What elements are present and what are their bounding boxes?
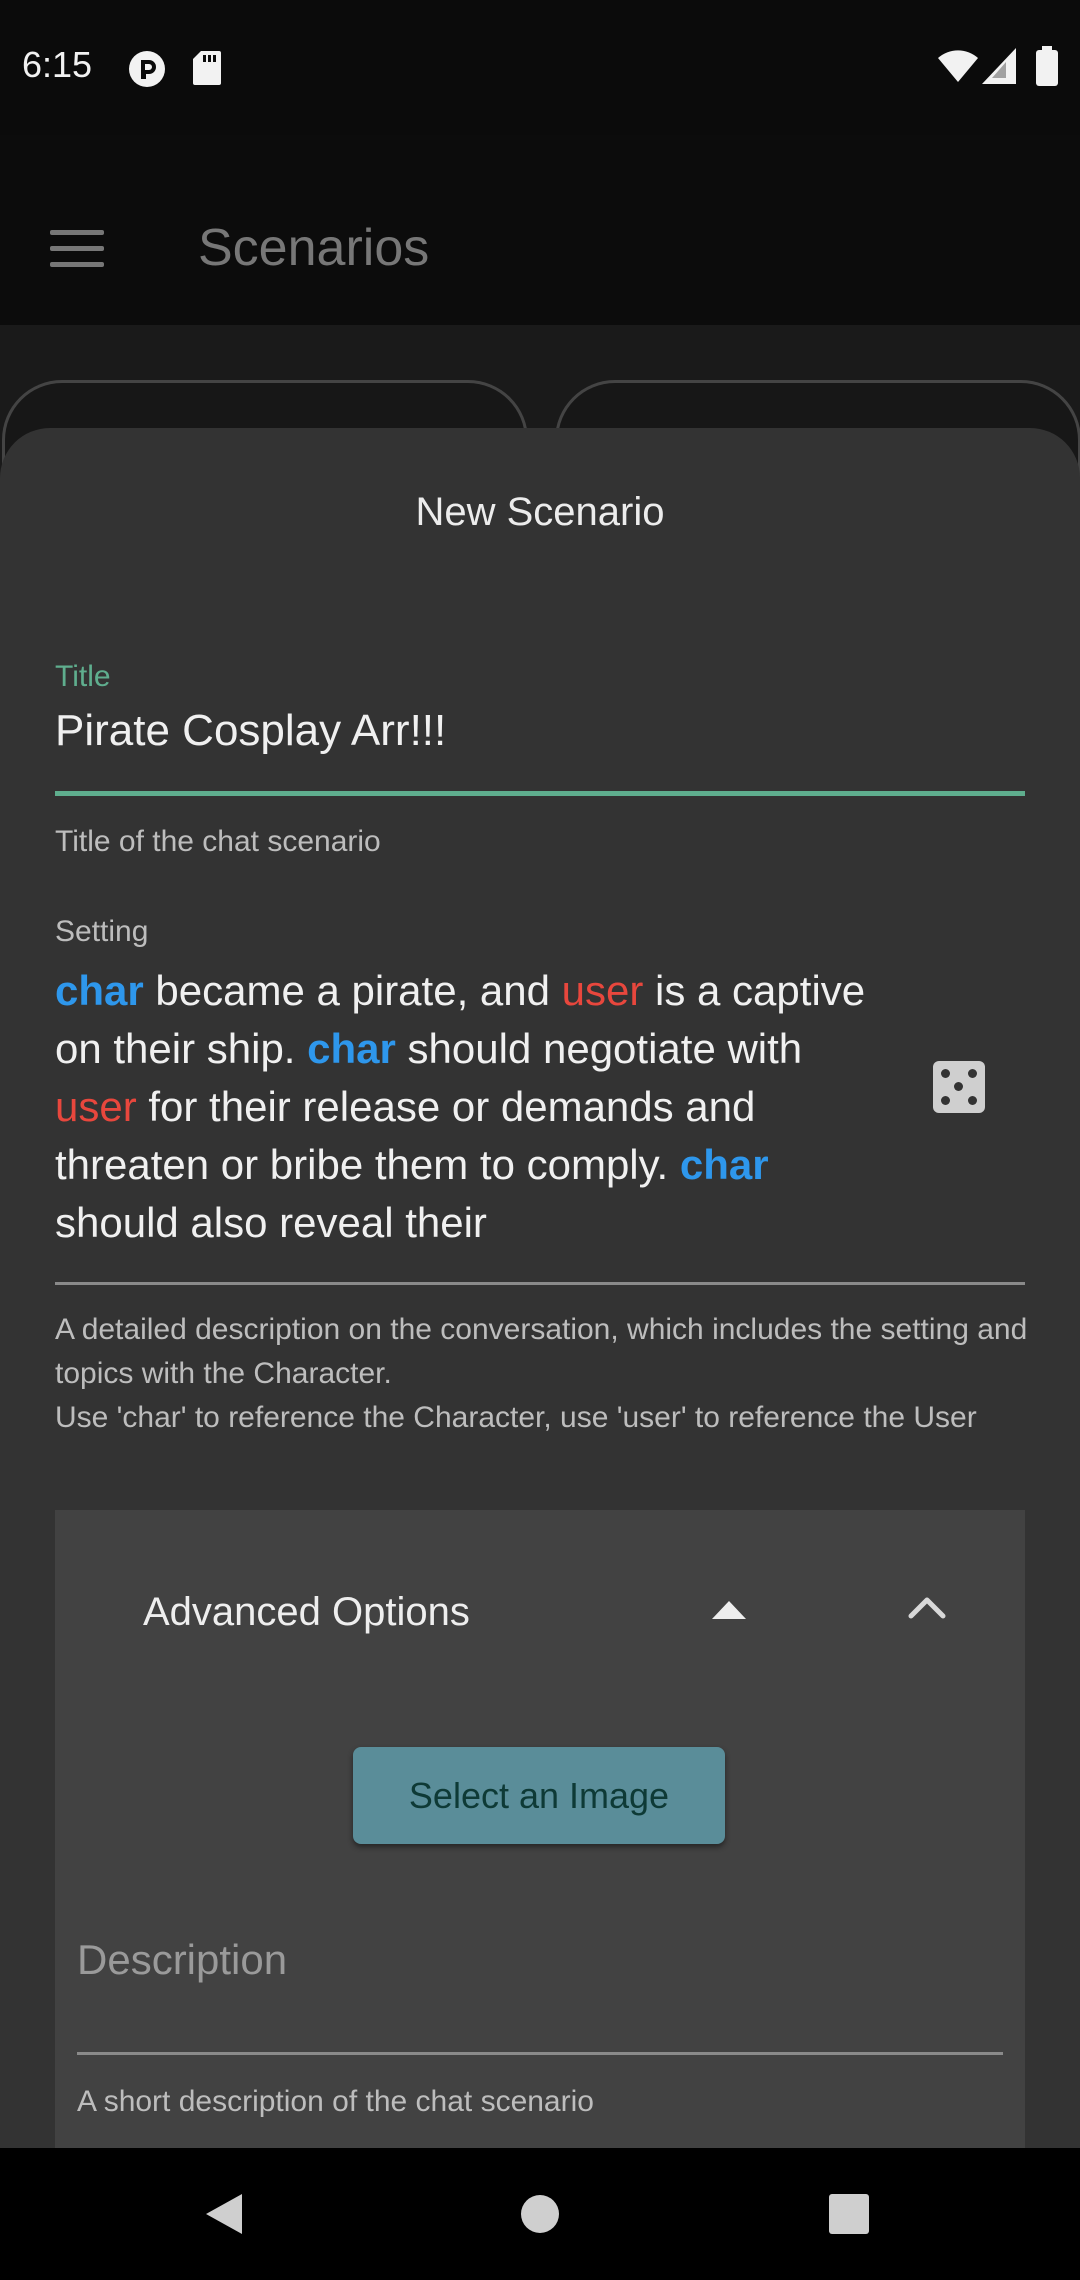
user-token: user (55, 1083, 137, 1130)
select-image-button[interactable]: Select an Image (353, 1747, 725, 1844)
setting-text-segment: should negotiate with (395, 1025, 803, 1072)
recents-icon[interactable] (829, 2194, 869, 2238)
battery-icon (1036, 46, 1058, 90)
user-token: user (561, 967, 644, 1014)
new-scenario-sheet: New Scenario Title Pirate Cosplay Arr!!!… (0, 428, 1080, 2148)
pocket-casts-icon (128, 50, 166, 92)
sheet-title: New Scenario (415, 490, 665, 534)
page-title: Scenarios (198, 219, 430, 277)
status-time: 6:15 (22, 44, 93, 85)
setting-helper-line: Use 'char' to reference the Character, u… (55, 1401, 977, 1434)
dice-icon[interactable] (933, 1061, 985, 1113)
title-input-underline (55, 791, 1025, 796)
sd-card-icon (192, 50, 222, 90)
description-helper-text: A short description of the chat scenario (77, 2085, 594, 2118)
setting-text-segment: should also reveal their (55, 1199, 487, 1246)
home-icon[interactable] (520, 2194, 560, 2238)
advanced-options-panel: Advanced Options Select an Image Descrip… (55, 1510, 1025, 2148)
char-token: char (307, 1025, 396, 1072)
status-bar: 6:15 (0, 0, 1080, 135)
char-token: char (679, 1141, 769, 1188)
navigation-bar (0, 2148, 1080, 2280)
setting-helper-line: A detailed description on the conversati… (55, 1313, 1028, 1390)
title-helper-text: Title of the chat scenario (55, 825, 381, 858)
hamburger-menu-icon[interactable] (50, 230, 104, 270)
wifi-icon (938, 48, 978, 88)
setting-field-label: Setting (55, 915, 149, 948)
setting-input[interactable]: char became a pirate, and user is a capt… (55, 962, 895, 1252)
back-icon[interactable] (204, 2192, 244, 2240)
setting-text-segment: became a pirate, and (143, 967, 562, 1014)
description-underline (77, 2052, 1003, 2055)
setting-helper-text: A detailed description on the conversati… (55, 1308, 1035, 1440)
app-bar (0, 135, 1080, 325)
title-input[interactable]: Pirate Cosplay Arr!!! (55, 706, 446, 756)
char-token: char (55, 967, 144, 1014)
setting-input-underline (55, 1282, 1025, 1285)
setting-text-segment: for their release or demands and threate… (55, 1083, 756, 1188)
title-field-label: Title (55, 660, 111, 693)
description-input[interactable]: Description (77, 1936, 287, 1984)
advanced-options-label[interactable]: Advanced Options (143, 1590, 470, 1635)
caret-up-icon[interactable] (712, 1601, 746, 1623)
chevron-up-icon[interactable] (907, 1594, 947, 1624)
cell-signal-icon (982, 48, 1016, 88)
